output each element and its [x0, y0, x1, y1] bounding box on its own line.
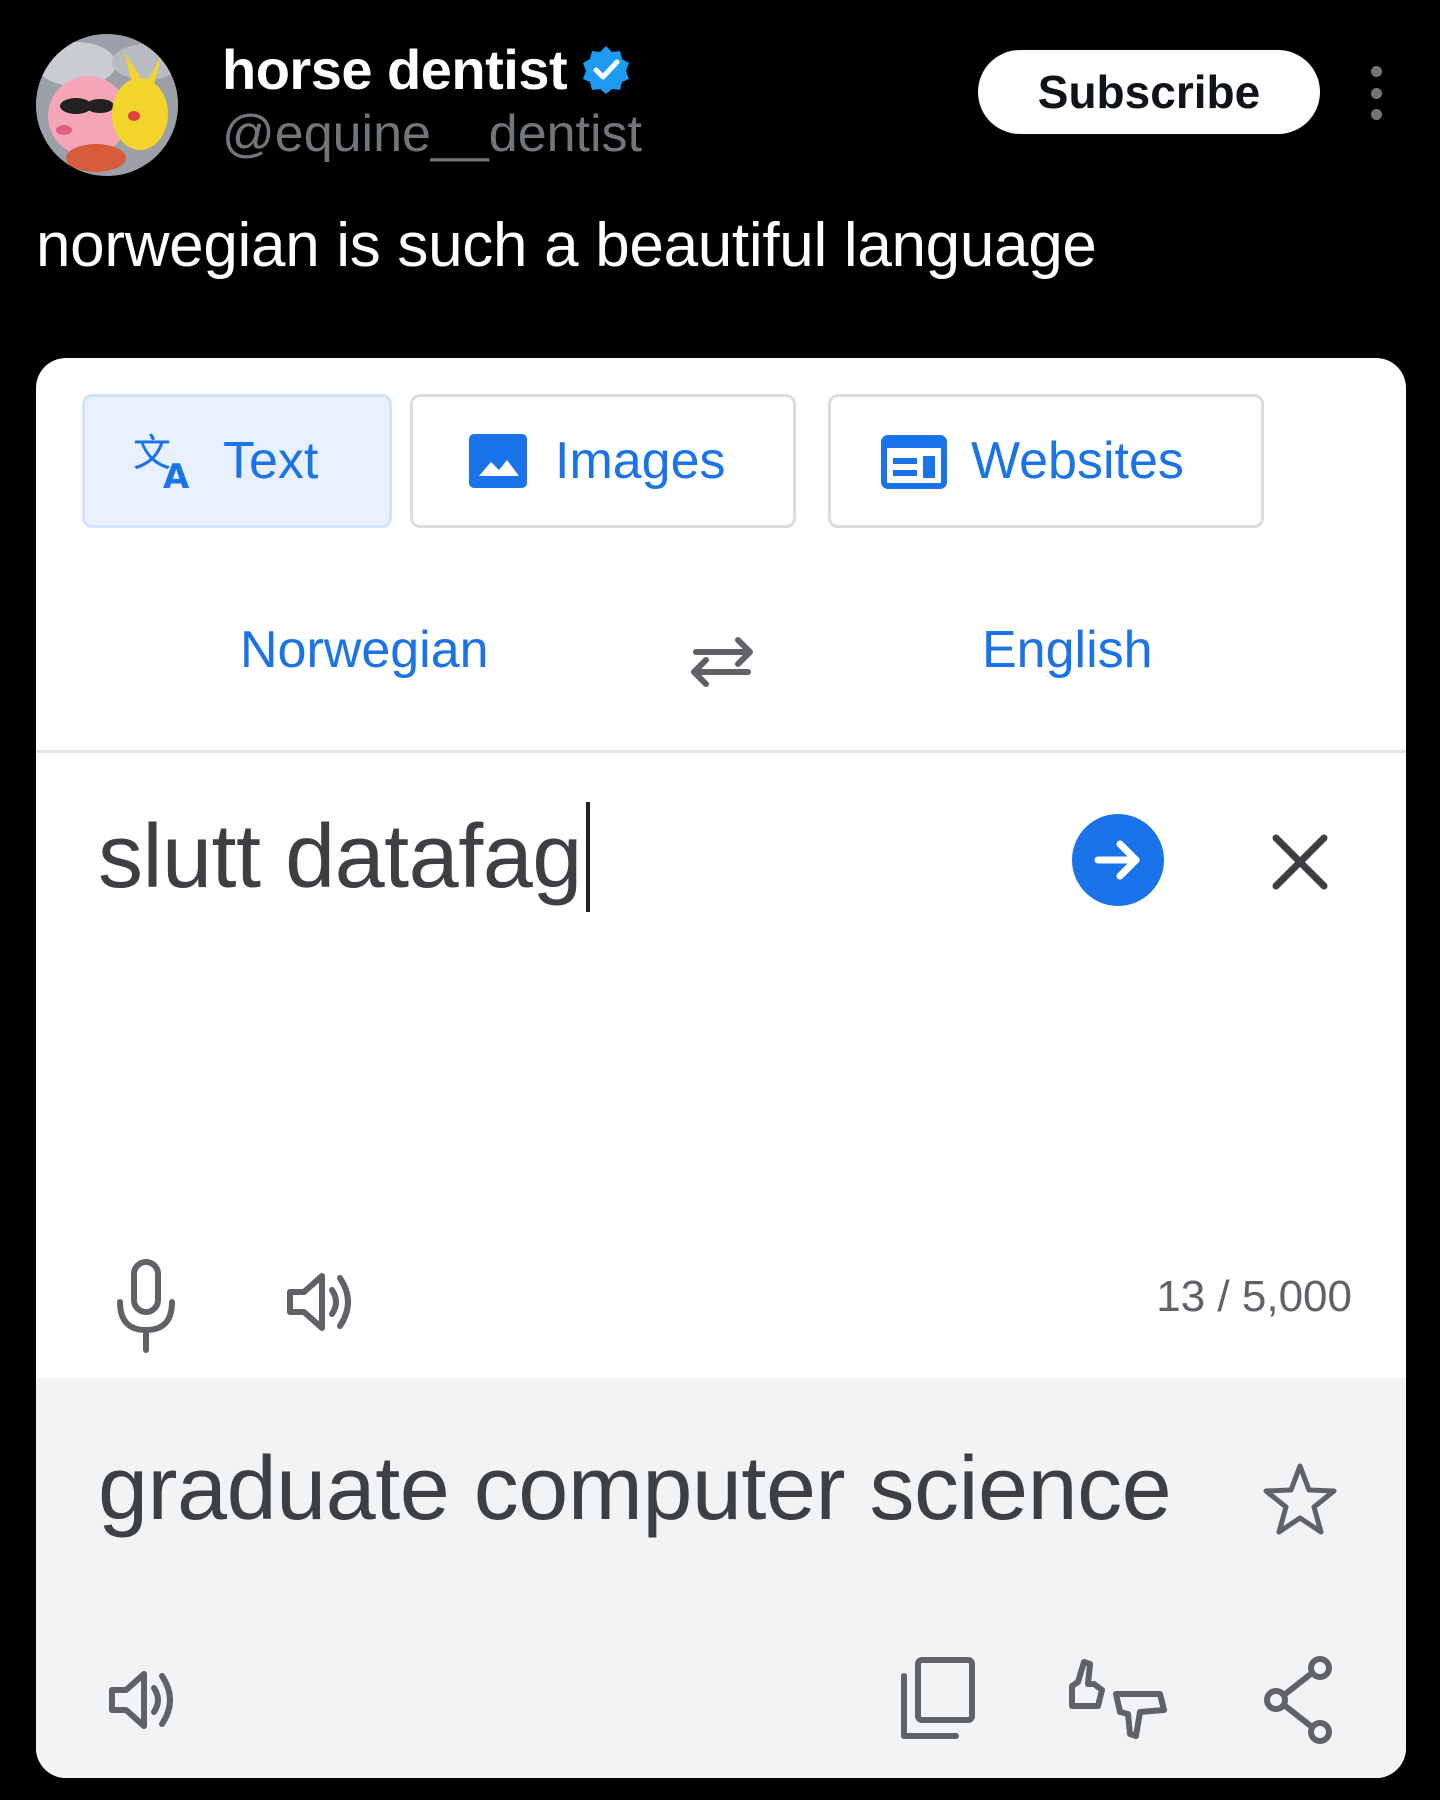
swap-languages-icon[interactable] — [682, 626, 762, 696]
copy-icon[interactable] — [894, 1654, 978, 1744]
star-icon[interactable] — [1260, 1460, 1340, 1540]
listen-translation-icon[interactable] — [104, 1660, 184, 1740]
verified-badge-icon — [581, 44, 631, 94]
target-language-selector[interactable]: English — [982, 620, 1153, 680]
translation-result-text: graduate computer science — [98, 1439, 1172, 1539]
translate-icon: 文 A — [131, 426, 201, 496]
author-handle[interactable]: @equine__dentist — [222, 104, 642, 164]
tab-images-label: Images — [555, 432, 726, 490]
translate-screenshot-card: 文 A Text Images Websites Norwegian Engli… — [36, 358, 1406, 1778]
microphone-icon[interactable] — [110, 1256, 182, 1356]
listen-source-icon[interactable] — [282, 1262, 362, 1342]
text-caret — [585, 802, 590, 912]
image-icon — [463, 426, 533, 496]
source-text-input[interactable]: slutt datafag — [98, 802, 590, 912]
translate-go-button[interactable] — [1072, 814, 1164, 906]
tweet-text: norwegian is such a beautiful language — [36, 211, 1097, 280]
tab-websites-label: Websites — [971, 432, 1184, 490]
tab-text-label: Text — [223, 432, 319, 490]
share-icon[interactable] — [1258, 1654, 1342, 1744]
subscribe-button[interactable]: Subscribe — [978, 50, 1320, 134]
tab-text[interactable]: 文 A Text — [82, 394, 392, 528]
screenshot: horse dentist @equine__dentist Subscribe… — [0, 0, 1440, 1800]
arrow-right-icon — [1094, 840, 1140, 880]
source-language-selector[interactable]: Norwegian — [240, 620, 489, 680]
clear-text-icon[interactable] — [1266, 828, 1334, 896]
rate-translation-icon[interactable] — [1064, 1654, 1174, 1744]
source-text-value: slutt datafag — [98, 806, 582, 907]
tab-images[interactable]: Images — [410, 394, 796, 528]
character-count: 13 / 5,000 — [1156, 1272, 1352, 1321]
svg-text:A: A — [163, 457, 190, 496]
translation-result-panel: graduate computer science — [36, 1378, 1406, 1778]
tab-websites[interactable]: Websites — [828, 394, 1264, 528]
more-options-icon[interactable] — [1362, 66, 1390, 120]
divider — [36, 750, 1406, 753]
author-name-row: horse dentist — [222, 34, 631, 104]
author-display-name[interactable]: horse dentist — [222, 37, 568, 102]
website-icon — [879, 426, 949, 496]
avatar[interactable] — [36, 34, 178, 176]
